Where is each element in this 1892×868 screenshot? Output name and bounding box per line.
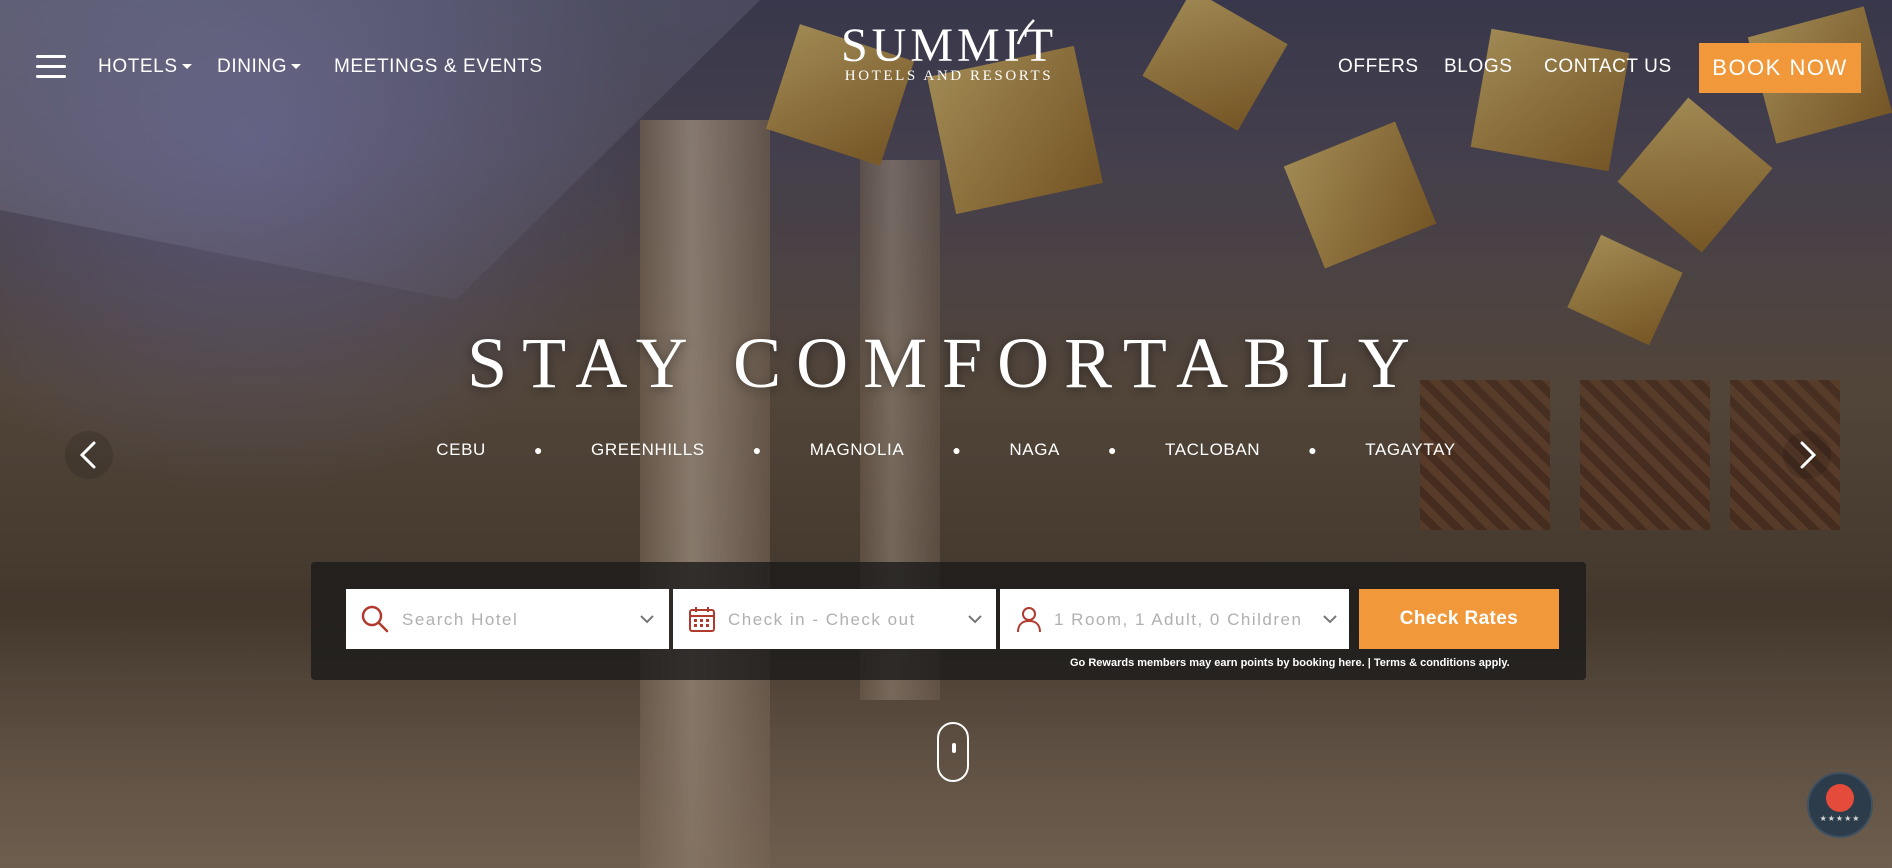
date-range-field[interactable]: Check in - Check out — [673, 589, 996, 649]
hero-banner: HOTELS DINING MEETINGS & EVENTS SUMMIT H… — [0, 0, 1892, 868]
search-hotel-placeholder: Search Hotel — [402, 610, 519, 629]
caret-down-icon — [181, 64, 192, 70]
logo-swoosh-icon — [1016, 19, 1035, 45]
nav-hotels-label: HOTELS — [98, 56, 178, 77]
nav-meetings-events[interactable]: MEETINGS & EVENTS — [334, 56, 543, 78]
chevron-right-icon[interactable] — [1782, 430, 1832, 480]
chevron-down-icon — [640, 615, 654, 624]
guests-rooms-value: 1 Room, 1 Adult, 0 Children — [1054, 610, 1303, 629]
nav-offers[interactable]: OFFERS — [1338, 56, 1419, 78]
rating-stars: ★★★★★ — [1819, 814, 1861, 823]
nav-hotels[interactable]: HOTELS — [98, 56, 192, 78]
bullet-separator: ● — [533, 442, 543, 458]
chevron-left-icon[interactable] — [64, 430, 114, 480]
book-now-button[interactable]: BOOK NOW — [1699, 43, 1861, 93]
bullet-separator: ● — [1308, 442, 1318, 458]
caret-down-icon — [291, 64, 302, 70]
bullet-separator: ● — [1107, 442, 1118, 458]
search-icon — [361, 605, 389, 633]
top-navigation: HOTELS DINING MEETINGS & EVENTS SUMMIT H… — [0, 0, 1892, 136]
calendar-icon — [689, 607, 715, 632]
nav-dining-label: DINING — [217, 56, 288, 77]
logo-sub-text: HOTELS AND RESORTS — [844, 68, 1054, 84]
chevron-down-icon — [1323, 615, 1337, 624]
bullet-separator: ● — [752, 442, 762, 458]
city-list: CEBU ● GREENHILLS ● MAGNOLIA ● NAGA ● TA… — [0, 440, 1892, 460]
city-link-naga[interactable]: NAGA — [1009, 440, 1060, 460]
review-badge[interactable]: ★★★★★ — [1807, 772, 1873, 838]
bullet-separator: ● — [952, 442, 962, 458]
city-link-tagaytay[interactable]: TAGAYTAY — [1365, 440, 1455, 460]
chevron-down-icon — [968, 615, 982, 624]
check-rates-button[interactable]: Check Rates — [1359, 589, 1559, 649]
scroll-down-icon[interactable] — [937, 722, 969, 782]
guests-rooms-field[interactable]: 1 Room, 1 Adult, 0 Children — [1000, 589, 1349, 649]
date-range-placeholder: Check in - Check out — [728, 610, 916, 629]
city-link-cebu[interactable]: CEBU — [436, 440, 486, 460]
nav-contact-us[interactable]: CONTACT US — [1544, 56, 1672, 78]
scroll-wheel-indicator — [952, 743, 956, 753]
hamburger-icon[interactable] — [36, 55, 66, 79]
nav-blogs[interactable]: BLOGS — [1444, 56, 1512, 78]
rewards-note[interactable]: Go Rewards members may earn points by bo… — [1070, 657, 1510, 669]
user-icon — [1017, 607, 1041, 633]
city-link-tacloban[interactable]: TACLOBAN — [1165, 440, 1260, 460]
search-hotel-field[interactable]: Search Hotel — [346, 589, 669, 649]
hero-headline: STAY COMFORTABLY — [467, 323, 1425, 403]
nav-dining[interactable]: DINING — [217, 56, 302, 78]
city-link-greenhills[interactable]: GREENHILLS — [591, 440, 705, 460]
city-link-magnolia[interactable]: MAGNOLIA — [810, 440, 905, 460]
reviewer-avatar-icon — [1826, 784, 1854, 812]
